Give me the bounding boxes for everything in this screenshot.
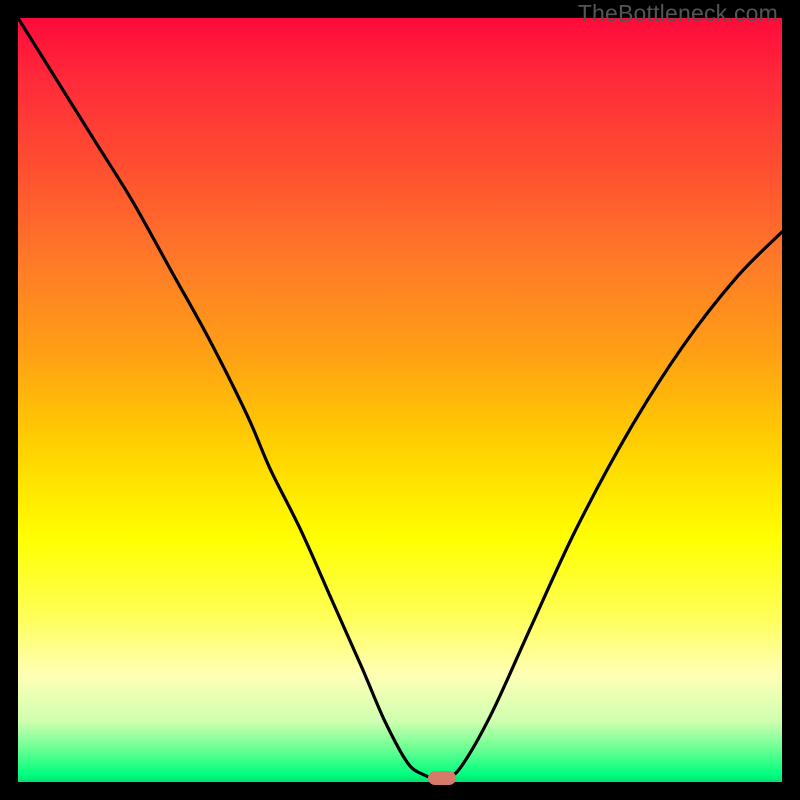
bottleneck-curve bbox=[18, 18, 782, 782]
watermark-text: TheBottleneck.com bbox=[578, 0, 778, 27]
chart-container: TheBottleneck.com bbox=[0, 0, 800, 800]
plot-area bbox=[18, 18, 782, 782]
optimum-marker bbox=[428, 771, 456, 785]
